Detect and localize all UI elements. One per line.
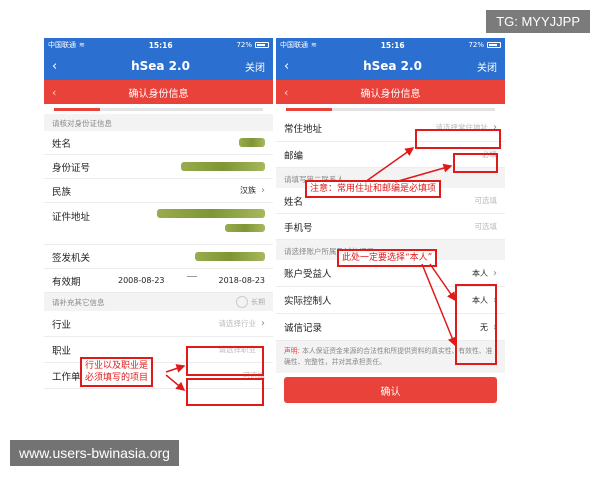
battery-icon <box>487 42 501 48</box>
name-label: 姓名 <box>52 138 72 150</box>
validity-label: 有效期 <box>52 276 81 288</box>
long-term-toggle[interactable] <box>236 296 248 308</box>
battery-percent: 72% <box>468 41 484 49</box>
wifi-icon: ≋ <box>311 41 317 49</box>
progress-bar <box>276 104 505 114</box>
wifi-icon: ≋ <box>79 41 85 49</box>
controller-label: 实际控制人 <box>284 296 332 307</box>
issuer-label: 签发机关 <box>52 252 91 264</box>
contact-phone-input[interactable]: 可选填 <box>475 221 498 232</box>
row-validity: 有效期 2008-08-23 2018-08-23 <box>44 269 273 293</box>
progress-bar <box>44 104 273 114</box>
nav-bar: ‹ hSea 2.0 关闭 <box>276 52 505 80</box>
row-id-number: 身份证号 <box>44 155 273 179</box>
long-term-label: 长期 <box>251 298 265 306</box>
close-button[interactable]: 关闭 <box>477 59 497 74</box>
row-issuer: 签发机关 <box>44 245 273 269</box>
annotation-highlight-self <box>455 284 497 365</box>
annotation-highlight-postcode <box>453 153 498 173</box>
industry-label: 行业 <box>52 319 72 331</box>
redacted-value <box>225 224 265 232</box>
contact-name-label: 姓名 <box>284 196 304 208</box>
section-label-id: 请核对身份证信息 <box>44 114 273 131</box>
redacted-value <box>157 209 265 218</box>
confirm-button[interactable]: 确认 <box>284 377 497 403</box>
chevron-right-icon: › <box>261 185 265 196</box>
chevron-left-icon[interactable]: ‹ <box>284 86 304 99</box>
right-phone-screen: 中国联通 ≋ 15:16 72% ‹ hSea 2.0 关闭 ‹ 确认身份信息 常… <box>276 38 505 434</box>
chevron-right-icon: › <box>493 267 497 279</box>
app-title: hSea 2.0 <box>131 59 190 73</box>
carrier-label: 中国联通 <box>48 41 76 49</box>
chevron-left-icon[interactable]: ‹ <box>52 86 72 99</box>
validity-start[interactable]: 2008-08-23 <box>118 276 165 285</box>
page-header: ‹ 确认身份信息 <box>276 80 505 104</box>
nav-bar: ‹ hSea 2.0 关闭 <box>44 52 273 80</box>
carrier-label: 中国联通 <box>280 41 308 49</box>
contact-phone-label: 手机号 <box>284 222 313 234</box>
page-header: ‹ 确认身份信息 <box>44 80 273 104</box>
back-icon[interactable]: ‹ <box>284 59 308 74</box>
status-bar: 中国联通 ≋ 15:16 72% <box>276 38 505 52</box>
row-industry[interactable]: 行业 请选择行业 › <box>44 311 273 337</box>
battery-icon <box>255 42 269 48</box>
annotation-highlight-industry <box>186 346 264 376</box>
row-address: 证件地址 <box>44 203 273 245</box>
close-button[interactable]: 关闭 <box>245 59 265 74</box>
status-time: 15:16 <box>148 40 173 50</box>
watermark-bottom-left: www.users-bwinasia.org <box>10 440 179 466</box>
validity-end[interactable]: 2018-08-23 <box>219 276 266 285</box>
occupation-label: 职业 <box>52 345 72 357</box>
credit-label: 诚信记录 <box>284 323 323 334</box>
address-label: 证件地址 <box>52 212 91 223</box>
app-title: hSea 2.0 <box>363 59 422 73</box>
annotation-address-required: 注意：常用住址和邮编是必填项 <box>305 180 442 198</box>
redacted-value <box>181 162 265 171</box>
ethnicity-value: 汉族 <box>240 186 256 195</box>
chevron-right-icon: › <box>261 318 265 329</box>
status-bar: 中国联通 ≋ 15:16 72% <box>44 38 273 52</box>
residence-label: 常住地址 <box>284 123 323 135</box>
left-phone-screen: 中国联通 ≋ 15:16 72% ‹ hSea 2.0 关闭 ‹ 确认身份信息 请… <box>44 38 273 436</box>
annotation-select-self: 此处一定要选择“本人” <box>337 249 438 267</box>
page-title: 确认身份信息 <box>360 88 421 100</box>
watermark-top-right: TG: MYYJJPP <box>486 10 590 33</box>
page-title: 确认身份信息 <box>128 88 189 100</box>
id-number-label: 身份证号 <box>52 162 91 174</box>
section-label-other: 请补充其它信息 长期 <box>44 293 273 311</box>
other-section-text: 请补充其它信息 <box>52 298 105 307</box>
beneficiary-value: 本人 <box>472 268 488 278</box>
beneficiary-label: 账户受益人 <box>284 269 332 280</box>
redacted-value <box>195 252 265 261</box>
row-ethnicity[interactable]: 民族 汉族 › <box>44 179 273 203</box>
date-separator <box>186 276 197 277</box>
ethnicity-label: 民族 <box>52 186 72 198</box>
annotation-highlight-address <box>415 129 501 149</box>
declaration-label: 声明: <box>284 347 300 355</box>
redacted-value <box>239 138 265 147</box>
annotation-required-fields: 行业以及职业是 必须填写的项目 <box>80 357 154 387</box>
industry-select[interactable]: 请选择行业 <box>219 318 257 329</box>
progress-fill <box>286 107 332 111</box>
back-icon[interactable]: ‹ <box>52 59 76 74</box>
annotation-highlight-occupation <box>186 378 264 406</box>
progress-fill <box>54 107 100 111</box>
postcode-label: 邮编 <box>284 150 304 162</box>
row-contact-phone[interactable]: 手机号 可选填 <box>276 214 505 240</box>
row-name: 姓名 <box>44 131 273 155</box>
status-time: 15:16 <box>380 40 405 50</box>
battery-percent: 72% <box>236 41 252 49</box>
contact-name-input[interactable]: 可选填 <box>475 195 498 206</box>
